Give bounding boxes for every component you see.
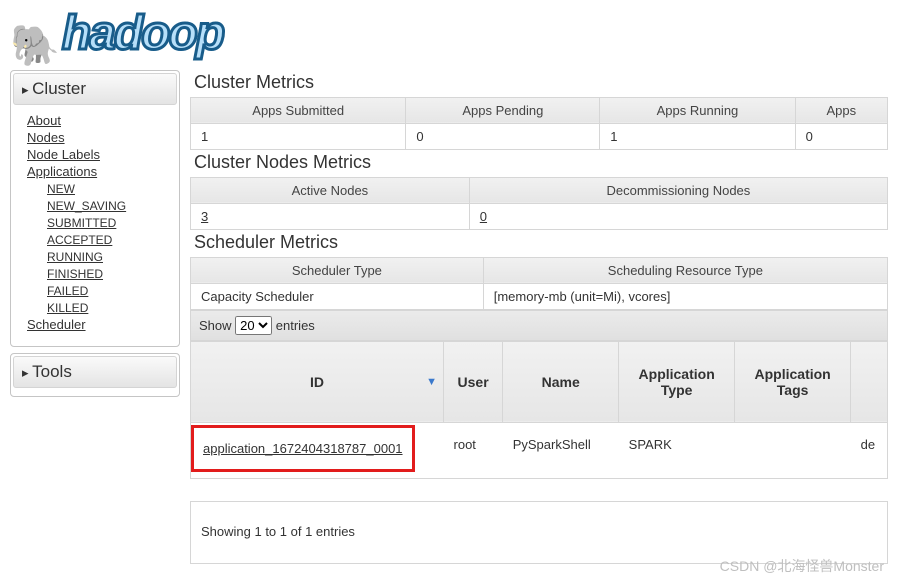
nav-applications[interactable]: Applications: [27, 164, 97, 179]
applications-table: ID▼ User Name Application Type Applicati…: [190, 341, 888, 479]
nav-app-running[interactable]: RUNNING: [47, 250, 103, 264]
nav-app-failed[interactable]: FAILED: [47, 284, 88, 298]
val-active-nodes[interactable]: 3: [201, 209, 208, 224]
sort-desc-icon: ▼: [426, 376, 437, 388]
nav-tools: Tools: [10, 353, 180, 397]
val-apps-running: 1: [600, 123, 795, 149]
val-apps-partial: 0: [795, 123, 887, 149]
val-scheduling-resource-type: [memory-mb (unit=Mi), vcores]: [483, 283, 887, 309]
show-prefix: Show: [199, 318, 232, 333]
nav-app-new[interactable]: NEW: [47, 182, 75, 196]
val-apps-submitted: 1: [191, 123, 406, 149]
col-decommissioning-nodes: Decommissioning Nodes: [469, 177, 887, 203]
cluster-metrics-title: Cluster Metrics: [194, 72, 888, 93]
col-extra[interactable]: [851, 341, 888, 422]
col-scheduler-type: Scheduler Type: [191, 257, 484, 283]
cell-app-tags: [735, 422, 851, 478]
sidebar: Cluster About Nodes Node Labels Applicat…: [10, 70, 180, 403]
app-id-link[interactable]: application_1672404318787_0001: [203, 441, 403, 456]
nav-cluster: Cluster About Nodes Node Labels Applicat…: [10, 70, 180, 347]
col-user[interactable]: User: [444, 341, 503, 422]
cell-user: root: [444, 422, 503, 478]
nav-nodes[interactable]: Nodes: [27, 130, 65, 145]
col-apps-partial: Apps: [795, 97, 887, 123]
node-metrics-table: Active Nodes Decommissioning Nodes 3 0: [190, 177, 888, 230]
highlighted-app-id: application_1672404318787_0001: [193, 427, 413, 470]
nav-scheduler[interactable]: Scheduler: [27, 317, 86, 332]
nav-tools-header[interactable]: Tools: [13, 356, 177, 388]
col-id[interactable]: ID▼: [191, 341, 444, 422]
col-active-nodes: Active Nodes: [191, 177, 470, 203]
cell-extra: de: [851, 422, 888, 478]
logo-text: hadoop: [62, 7, 223, 60]
show-suffix: entries: [276, 318, 315, 333]
table-header-row: ID▼ User Name Application Type Applicati…: [191, 341, 888, 422]
watermark: CSDN @北海怪兽Monster: [720, 556, 884, 576]
val-decommissioning-nodes[interactable]: 0: [480, 209, 487, 224]
scheduler-metrics-title: Scheduler Metrics: [194, 232, 888, 253]
datatable-length: Show 20 entries: [190, 310, 888, 341]
page-size-select[interactable]: 20: [235, 316, 272, 335]
col-apps-submitted: Apps Submitted: [191, 97, 406, 123]
cell-app-type: SPARK: [619, 422, 735, 478]
hadoop-elephant-icon: 🐘: [10, 26, 60, 66]
node-metrics-title: Cluster Nodes Metrics: [194, 152, 888, 173]
val-apps-pending: 0: [406, 123, 600, 149]
col-app-type[interactable]: Application Type: [619, 341, 735, 422]
nav-app-submitted[interactable]: SUBMITTED: [47, 216, 116, 230]
nav-app-killed[interactable]: KILLED: [47, 301, 88, 315]
col-name[interactable]: Name: [503, 341, 619, 422]
col-scheduling-resource-type: Scheduling Resource Type: [483, 257, 887, 283]
nav-app-new-saving[interactable]: NEW_SAVING: [47, 199, 126, 213]
nav-app-accepted[interactable]: ACCEPTED: [47, 233, 112, 247]
col-apps-running: Apps Running: [600, 97, 795, 123]
nav-node-labels[interactable]: Node Labels: [27, 147, 100, 162]
val-scheduler-type: Capacity Scheduler: [191, 283, 484, 309]
logo-area: 🐘hadoop: [0, 0, 898, 70]
nav-app-finished[interactable]: FINISHED: [47, 267, 103, 281]
col-apps-pending: Apps Pending: [406, 97, 600, 123]
cell-name: PySparkShell: [503, 422, 619, 478]
content-area: Cluster Metrics Apps Submitted Apps Pend…: [190, 70, 888, 564]
scheduler-metrics-table: Scheduler Type Scheduling Resource Type …: [190, 257, 888, 310]
col-app-tags[interactable]: Application Tags: [735, 341, 851, 422]
cluster-metrics-table: Apps Submitted Apps Pending Apps Running…: [190, 97, 888, 150]
nav-cluster-header[interactable]: Cluster: [13, 73, 177, 105]
table-row: application_1672404318787_0001 root PySp…: [191, 422, 888, 478]
nav-about[interactable]: About: [27, 113, 61, 128]
datatable-info: Showing 1 to 1 of 1 entries: [190, 501, 888, 564]
